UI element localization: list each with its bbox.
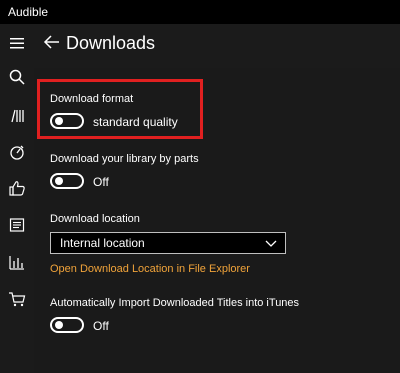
page-title: Downloads [66, 33, 156, 53]
title-bar: Audible [0, 0, 400, 24]
stopwatch-icon[interactable] [8, 143, 26, 161]
download-location-value: Internal location [60, 236, 145, 250]
highlight-box [37, 79, 203, 139]
back-arrow-icon[interactable] [42, 32, 62, 52]
notes-icon[interactable] [8, 216, 26, 234]
stats-icon[interactable] [8, 253, 26, 271]
import-itunes-toggle[interactable] [50, 317, 84, 333]
open-download-location-link[interactable]: Open Download Location in File Explorer [50, 262, 250, 276]
toggle-knob [55, 321, 63, 329]
hamburger-icon[interactable] [8, 34, 26, 52]
download-location-label: Download location [50, 213, 140, 225]
download-location-select[interactable]: Internal location [50, 232, 286, 254]
library-by-parts-toggle[interactable] [50, 173, 84, 189]
library-icon[interactable] [8, 107, 26, 125]
import-itunes-label: Automatically Import Downloaded Titles i… [50, 297, 300, 309]
library-by-parts-value: Off [93, 175, 109, 189]
chevron-down-icon [263, 235, 279, 251]
app-title: Audible [8, 5, 49, 19]
import-itunes-value: Off [93, 319, 109, 333]
thumbs-up-icon[interactable] [8, 179, 26, 197]
toggle-knob [55, 177, 63, 185]
search-icon[interactable] [8, 68, 26, 86]
library-by-parts-label: Download your library by parts [50, 153, 199, 165]
cart-icon[interactable] [8, 290, 26, 308]
